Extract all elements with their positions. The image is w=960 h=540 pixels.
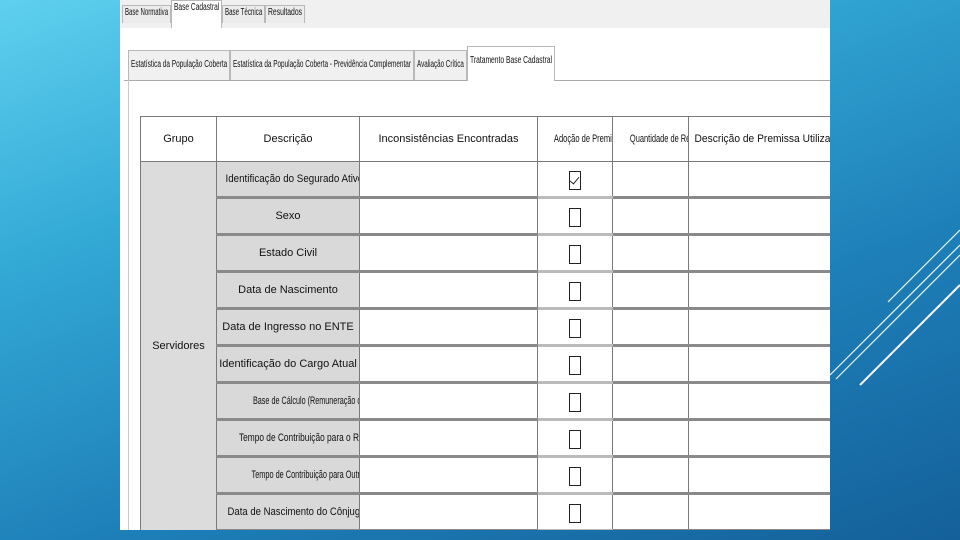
descricao-premissa-cell[interactable] — [688, 382, 830, 421]
adocao-premissa-cell — [537, 161, 613, 199]
column-header-inconsistencias[interactable]: Inconsistências Encontradas — [359, 116, 538, 162]
panel-border — [120, 80, 129, 530]
descricao-cell: Data de Nascimento do Cônjuge — [216, 493, 360, 530]
descricao-premissa-cell[interactable] — [688, 493, 830, 530]
table-row: Base de Cálculo (Remuneração de Contrib — [141, 382, 830, 421]
table-row: Data de Nascimento do Cônjuge — [141, 493, 830, 530]
adocao-premissa-checkbox[interactable] — [569, 356, 581, 375]
tab-estatistica-previdencia-complementar[interactable]: Estatística da População Coberta - Previ… — [230, 50, 414, 80]
tab-tratamento-base-cadastral[interactable]: Tratamento Base Cadastral — [467, 46, 555, 81]
adocao-premissa-cell — [537, 419, 613, 458]
inconsistencias-cell[interactable] — [359, 419, 538, 458]
adocao-premissa-checkbox[interactable] — [569, 430, 581, 449]
tab-resultados[interactable]: Resultados — [265, 5, 305, 23]
descricao-cell: Tempo de Contribuição para Outros RPPS — [216, 456, 360, 495]
quantidade-cell[interactable] — [612, 345, 689, 384]
descricao-cell: Base de Cálculo (Remuneração de Contrib — [216, 382, 360, 421]
adocao-premissa-cell — [537, 345, 613, 384]
quantidade-cell[interactable] — [612, 197, 689, 236]
inconsistencias-cell[interactable] — [359, 197, 538, 236]
descricao-premissa-cell[interactable] — [688, 456, 830, 495]
adocao-premissa-checkbox[interactable] — [569, 393, 581, 412]
descricao-premissa-cell[interactable] — [688, 234, 830, 273]
tab-content: Estatística da População Coberta Estatís… — [120, 28, 830, 530]
descricao-premissa-cell[interactable] — [688, 345, 830, 384]
tab-avaliacao-critica[interactable]: Avaliação Crítica — [414, 50, 467, 80]
adocao-premissa-checkbox[interactable] — [569, 245, 581, 264]
tab-base-tecnica[interactable]: Base Técnica — [222, 5, 265, 23]
descricao-cell: Identificação do Segurado Ativo — [216, 161, 360, 199]
table-row: Tempo de Contribuição para Outros RPPS — [141, 456, 830, 495]
application-window: Base Normativa Base Cadastral Base Técni… — [120, 0, 830, 530]
inconsistencias-cell[interactable] — [359, 493, 538, 530]
table-row: Tempo de Contribuição para o RGPS — [141, 419, 830, 458]
adocao-premissa-cell — [537, 382, 613, 421]
table-row: Sexo — [141, 197, 830, 236]
tab-base-normativa[interactable]: Base Normativa — [122, 5, 171, 23]
quantidade-cell[interactable] — [612, 419, 689, 458]
descricao-premissa-cell[interactable] — [688, 308, 830, 347]
descricao-cell: Sexo — [216, 197, 360, 236]
table-row: Estado Civil — [141, 234, 830, 273]
column-header-descricao[interactable]: Descrição — [216, 116, 360, 162]
quantidade-cell[interactable] — [612, 382, 689, 421]
table-row: Servidores Identificação do Segurado Ativ… — [140, 161, 830, 530]
adocao-premissa-cell — [537, 271, 613, 310]
inconsistencias-cell[interactable] — [359, 234, 538, 273]
adocao-premissa-cell — [537, 234, 613, 273]
quantidade-cell[interactable] — [612, 308, 689, 347]
adocao-premissa-checkbox[interactable] — [569, 171, 581, 190]
quantidade-cell[interactable] — [612, 456, 689, 495]
inconsistencias-cell[interactable] — [359, 456, 538, 495]
adocao-premissa-checkbox[interactable] — [569, 282, 581, 301]
adocao-premissa-cell — [537, 197, 613, 236]
adocao-premissa-checkbox[interactable] — [569, 467, 581, 486]
quantidade-cell[interactable] — [612, 234, 689, 273]
table-row: Data de Nascimento — [141, 271, 830, 310]
adocao-premissa-checkbox[interactable] — [569, 504, 581, 523]
group-cell: Servidores — [140, 161, 217, 530]
inconsistencias-cell[interactable] — [359, 345, 538, 384]
quantidade-cell[interactable] — [612, 271, 689, 310]
descricao-cell: Data de Ingresso no ENTE — [216, 308, 360, 347]
descricao-premissa-cell[interactable] — [688, 161, 830, 199]
column-header-grupo[interactable]: Grupo — [140, 116, 217, 162]
descricao-cell: Data de Nascimento — [216, 271, 360, 310]
table-row: Identificação do Cargo Atual — [141, 345, 830, 384]
adocao-premissa-cell — [537, 456, 613, 495]
main-tab-bar: Base Normativa Base Cadastral Base Técni… — [120, 0, 830, 29]
quantidade-cell[interactable] — [612, 493, 689, 530]
column-header-descricao-premissa[interactable]: Descrição de Premissa Utilizada — [688, 116, 830, 162]
descricao-premissa-cell[interactable] — [688, 419, 830, 458]
sub-tab-bar: Estatística da População Coberta Estatís… — [124, 46, 830, 81]
adocao-premissa-checkbox[interactable] — [569, 319, 581, 338]
descricao-cell: Identificação do Cargo Atual — [216, 345, 360, 384]
table-row: Data de Ingresso no ENTE — [141, 308, 830, 347]
quantidade-cell[interactable] — [612, 161, 689, 199]
column-header-adocao-premissa[interactable]: Adoção de Premissa — [537, 116, 613, 162]
inconsistencias-cell[interactable] — [359, 382, 538, 421]
adocao-premissa-checkbox[interactable] — [569, 208, 581, 227]
data-grid: Grupo Descrição Inconsistências Encontra… — [140, 116, 830, 530]
tab-base-cadastral[interactable]: Base Cadastral — [171, 0, 222, 29]
adocao-premissa-cell — [537, 493, 613, 530]
descricao-cell: Tempo de Contribuição para o RGPS — [216, 419, 360, 458]
descricao-premissa-cell[interactable] — [688, 271, 830, 310]
inconsistencias-cell[interactable] — [359, 271, 538, 310]
tab-estatistica-populacao-coberta[interactable]: Estatística da População Coberta — [128, 50, 230, 80]
inconsistencias-cell[interactable] — [359, 308, 538, 347]
column-header-quantidade[interactable]: Quantidade de Reg... — [612, 116, 689, 162]
adocao-premissa-cell — [537, 308, 613, 347]
descricao-premissa-cell[interactable] — [688, 197, 830, 236]
header-row: Grupo Descrição Inconsistências Encontra… — [140, 116, 830, 162]
descricao-cell: Estado Civil — [216, 234, 360, 273]
inconsistencias-cell[interactable] — [359, 161, 538, 199]
